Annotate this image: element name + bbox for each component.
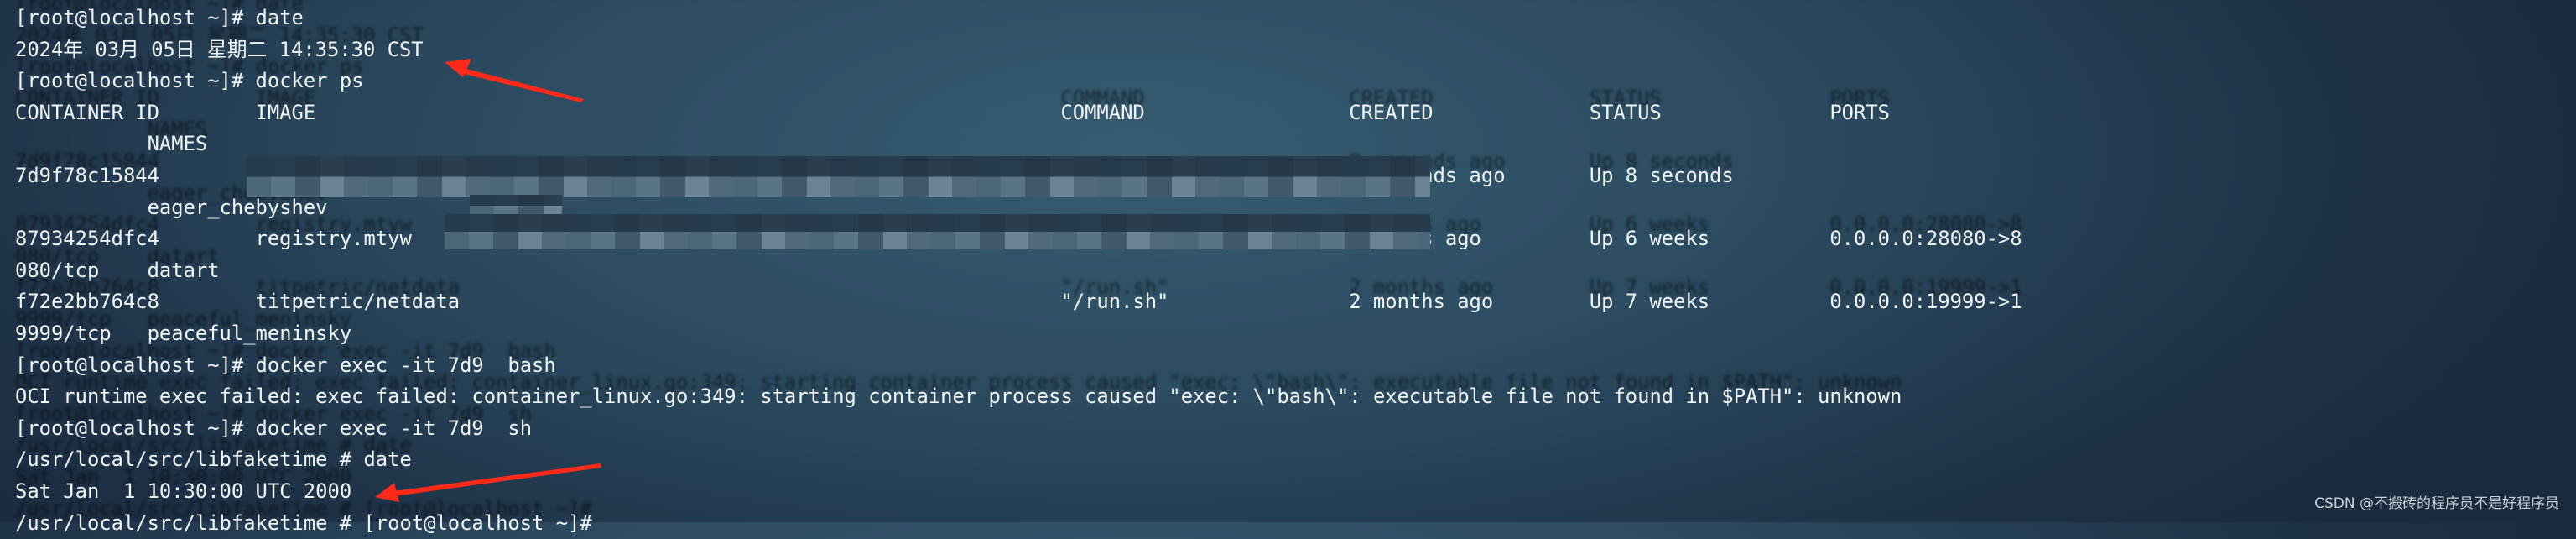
red-arrow-icon — [375, 463, 601, 502]
annotation-arrows — [0, 0, 2576, 522]
red-arrow-icon — [445, 59, 584, 102]
watermark: CSDN @不搬砖的程序员不是好程序员 — [2314, 491, 2559, 512]
